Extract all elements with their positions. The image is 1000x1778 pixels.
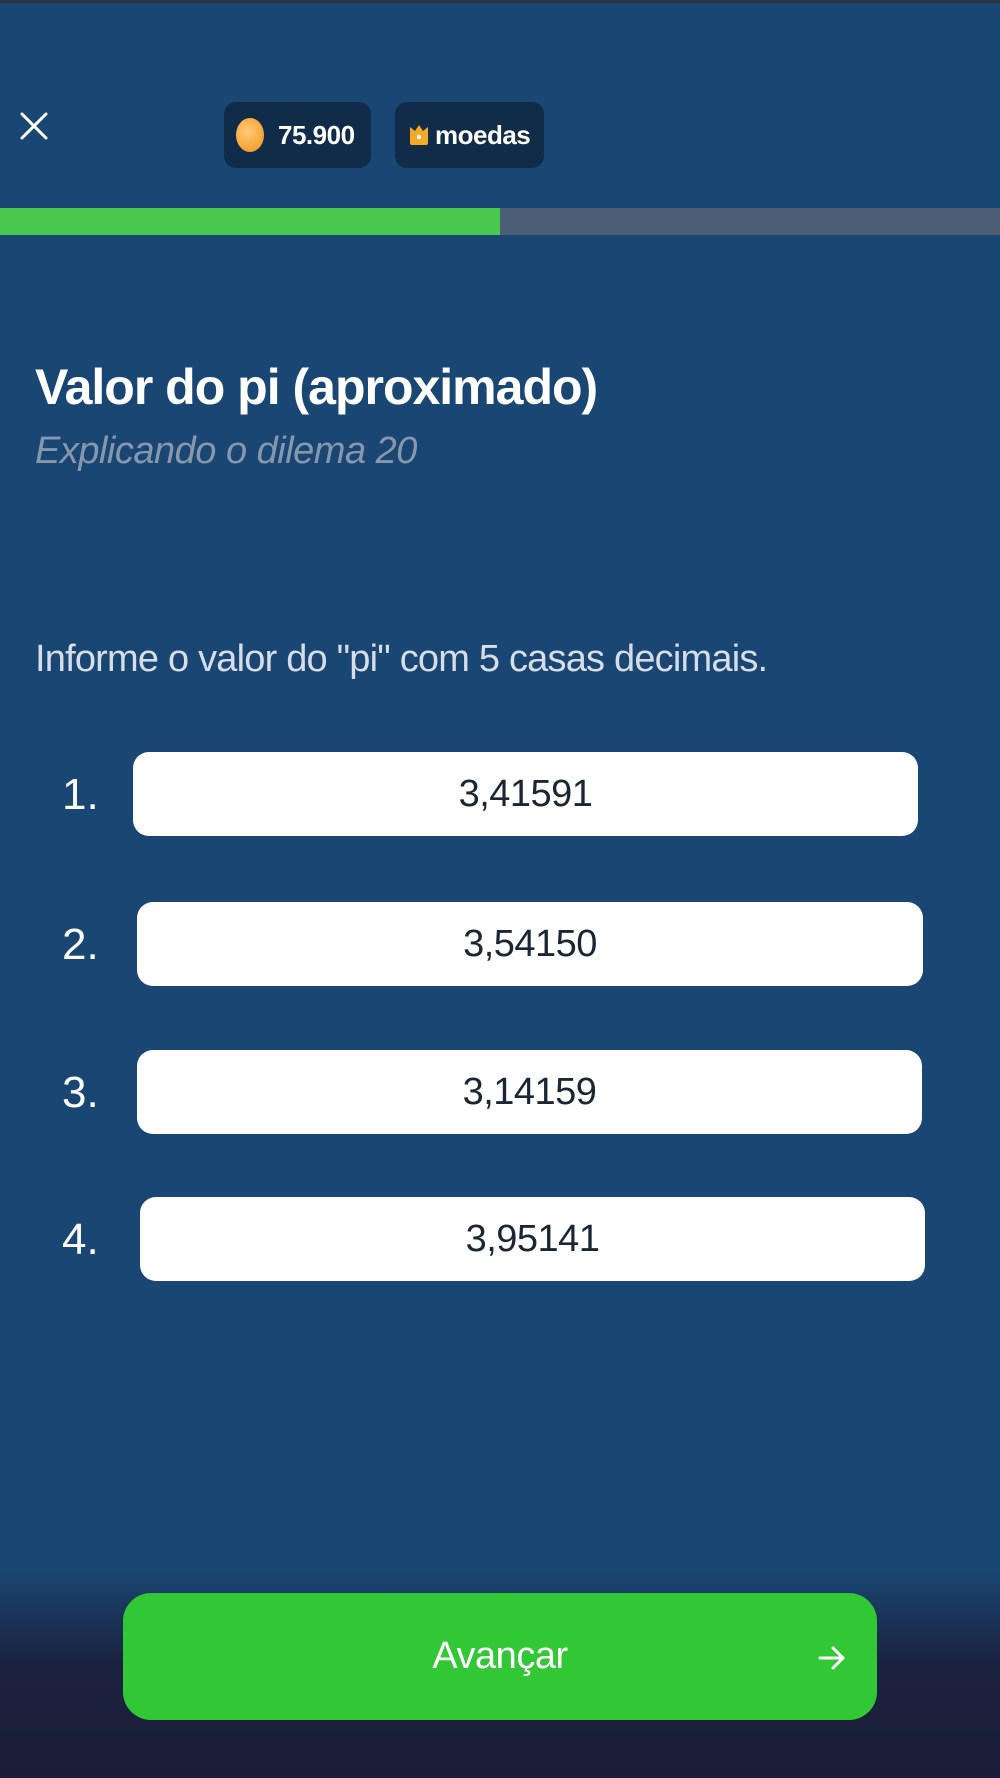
answer-button-3[interactable]: 3,14159: [137, 1050, 922, 1134]
answer-button-2[interactable]: 3,54150: [137, 902, 923, 986]
answer-option-3: 3. 3,14159: [0, 1050, 1000, 1136]
lesson-progress-fill: [0, 208, 500, 235]
lesson-title: Valor do pi (aproximado): [35, 359, 598, 415]
option-number: 4.: [62, 1215, 99, 1264]
answer-option-2: 2. 3,54150: [0, 902, 1000, 988]
answer-button-1[interactable]: 3,41591: [133, 752, 918, 836]
arrow-right-icon: [815, 1641, 849, 1675]
coin-icon: [236, 118, 264, 152]
top-border: [0, 0, 1000, 3]
option-number: 3.: [62, 1068, 99, 1117]
currency-badge: moedas: [395, 102, 544, 168]
option-number: 1.: [62, 770, 99, 819]
coin-balance-value: 75.900: [278, 119, 355, 150]
question-text: Informe o valor do "pi" com 5 casas deci…: [35, 638, 768, 680]
next-button[interactable]: Avançar: [123, 1593, 877, 1720]
close-button[interactable]: [14, 106, 54, 146]
answer-option-4: 4. 3,95141: [0, 1197, 1000, 1283]
option-number: 2.: [62, 920, 99, 969]
lesson-progress-bar: [0, 208, 1000, 235]
answer-option-1: 1. 3,41591: [0, 752, 1000, 838]
answer-button-4[interactable]: 3,95141: [140, 1197, 925, 1281]
next-button-label: Avançar: [432, 1635, 568, 1677]
crown-icon: [407, 123, 431, 147]
coin-balance-badge: 75.900: [224, 102, 371, 168]
lesson-subtitle: Explicando o dilema 20: [35, 430, 417, 472]
currency-label: moedas: [435, 119, 531, 150]
close-icon: [20, 112, 48, 140]
